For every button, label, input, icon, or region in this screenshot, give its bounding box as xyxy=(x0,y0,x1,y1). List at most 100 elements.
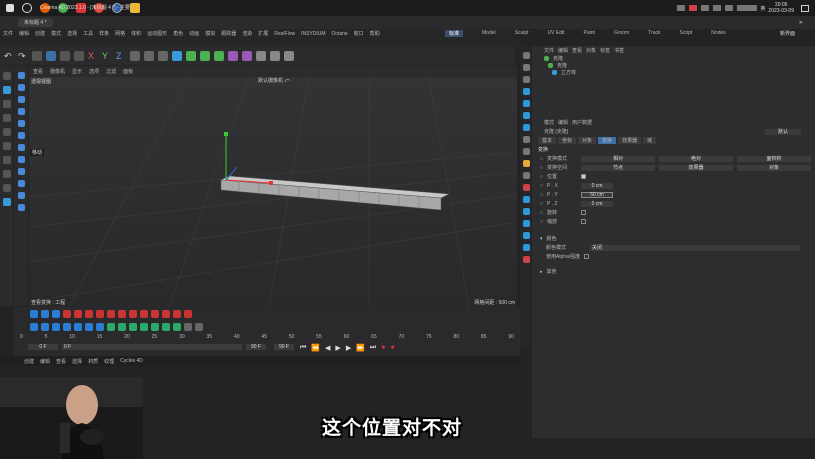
object-icon[interactable] xyxy=(140,323,148,331)
tool-icon[interactable] xyxy=(2,100,11,108)
timeline-tick[interactable]: 45 xyxy=(261,334,267,340)
panel-icon[interactable] xyxy=(522,64,530,71)
param-option[interactable]: 效果器 xyxy=(659,164,734,171)
select-tool-icon[interactable] xyxy=(32,51,42,61)
next-frame-icon[interactable]: ▶ xyxy=(346,344,351,352)
tool-icon[interactable] xyxy=(2,156,11,164)
attribute-tab[interactable]: 坐标 xyxy=(558,137,577,144)
keyframe-icon[interactable] xyxy=(63,310,71,318)
param-checkbox[interactable] xyxy=(581,210,587,215)
keyframe-dot-icon[interactable]: ○ xyxy=(540,201,543,207)
param-option[interactable]: 面积积 xyxy=(737,155,812,162)
panel-icon[interactable] xyxy=(522,208,530,215)
attribute-tab[interactable]: 效果器 xyxy=(618,137,642,144)
start-frame-field[interactable]: 0 F xyxy=(28,344,58,350)
end-frame-field[interactable]: 90 F xyxy=(246,344,266,350)
panel-icon[interactable] xyxy=(522,52,530,59)
object-icon[interactable] xyxy=(151,323,159,331)
param-value-field[interactable]: 50 cm xyxy=(581,191,614,198)
layout-tab[interactable]: Script xyxy=(680,30,693,36)
menu-item[interactable]: 网格 xyxy=(115,30,125,37)
render-icon[interactable] xyxy=(144,51,154,61)
timeline-tick[interactable]: 0 xyxy=(20,334,23,340)
keyframe-icon[interactable] xyxy=(184,310,192,318)
menu-item[interactable]: 工具 xyxy=(83,30,93,37)
menu-item[interactable]: 体积 xyxy=(131,30,141,37)
attribute-menu-item[interactable]: 用户数据 xyxy=(572,119,592,126)
param-option[interactable]: 对象 xyxy=(737,164,812,171)
object-menu-item[interactable]: 查看 xyxy=(572,47,582,54)
param-option[interactable]: 节点 xyxy=(581,164,656,171)
ime-indicator[interactable]: 英 xyxy=(760,5,765,12)
keyframe-icon[interactable] xyxy=(74,310,82,318)
attribute-menu-item[interactable]: 编辑 xyxy=(558,119,568,126)
tool-icon[interactable] xyxy=(2,128,11,136)
layout-tab[interactable]: UV Edit xyxy=(548,30,565,36)
tool-icon[interactable] xyxy=(17,192,25,199)
field-icon[interactable] xyxy=(228,51,238,61)
layout-selector[interactable]: 新界面 xyxy=(780,30,795,37)
panel-icon[interactable] xyxy=(522,88,530,95)
menu-item[interactable]: Octane xyxy=(332,31,348,37)
object-icon[interactable] xyxy=(184,323,192,331)
object-icon[interactable] xyxy=(63,323,71,331)
record-icon[interactable]: ● xyxy=(381,344,385,352)
attribute-tab[interactable]: 变换 xyxy=(598,137,617,144)
timeline-tick[interactable]: 65 xyxy=(371,334,377,340)
object-icon[interactable] xyxy=(195,323,203,331)
folder-icon[interactable] xyxy=(130,3,140,13)
tool-icon[interactable] xyxy=(2,72,11,80)
menu-item[interactable]: 模式 xyxy=(51,30,61,37)
param-value-field[interactable]: 0 cm xyxy=(581,200,614,207)
move-tool-icon[interactable] xyxy=(46,51,56,61)
tool-icon[interactable] xyxy=(2,142,11,150)
y-axis-icon[interactable]: Y xyxy=(102,51,112,61)
layout-tab[interactable]: Sculpt xyxy=(515,30,529,36)
viewport-menu-item[interactable]: 选项 xyxy=(89,68,99,75)
tool-icon[interactable] xyxy=(17,168,25,175)
material-menu-item[interactable]: Cycles 4D xyxy=(120,358,143,364)
timeline-tick[interactable]: 90 xyxy=(508,334,514,340)
panel-icon[interactable] xyxy=(522,160,530,167)
max-frame-field[interactable]: 90 F xyxy=(274,344,294,350)
timeline-tick[interactable]: 60 xyxy=(344,334,350,340)
clock[interactable]: 20:05 2023-03-09 xyxy=(768,2,794,14)
camera-name[interactable]: 默认摄像机 ⤺ xyxy=(258,77,290,84)
object-icon[interactable] xyxy=(85,323,93,331)
tool-icon[interactable] xyxy=(17,84,25,91)
panel-icon[interactable] xyxy=(522,232,530,239)
object-menu-item[interactable]: 文件 xyxy=(544,47,554,54)
tool-icon[interactable] xyxy=(17,96,25,103)
param-option[interactable]: 相对 xyxy=(581,155,656,162)
layout-tab[interactable]: 标准 xyxy=(445,29,464,37)
menu-item[interactable]: 样条 xyxy=(99,30,109,37)
timeline-tick[interactable]: 35 xyxy=(207,334,213,340)
timeline-tick[interactable]: 50 xyxy=(289,334,295,340)
layout-tab[interactable]: Groom xyxy=(614,30,629,36)
keyframe-dot-icon[interactable]: ○ xyxy=(540,192,543,198)
other-section[interactable]: ▸ 其他 xyxy=(532,267,815,276)
object-menu-item[interactable]: 书签 xyxy=(614,47,624,54)
preset-dropdown[interactable]: 默认 xyxy=(765,128,801,135)
panel-icon[interactable] xyxy=(522,196,530,203)
tool-icon[interactable] xyxy=(2,114,11,122)
keyframe-icon[interactable] xyxy=(129,310,137,318)
object-icon[interactable] xyxy=(162,323,170,331)
light-icon[interactable] xyxy=(284,51,294,61)
menu-item[interactable]: 选择 xyxy=(67,30,77,37)
material-menu-item[interactable]: 查看 xyxy=(56,358,66,365)
deformer-icon[interactable] xyxy=(242,51,252,61)
timeline-tick[interactable]: 80 xyxy=(453,334,459,340)
keyframe-icon[interactable] xyxy=(52,310,60,318)
camera-icon[interactable] xyxy=(270,51,280,61)
perspective-viewport[interactable]: 透视视图 移动 网格间距 : 500 cm xyxy=(29,77,517,307)
document-tab[interactable]: 未标题 4 * xyxy=(18,18,53,27)
timeline-tick[interactable]: 30 xyxy=(179,334,185,340)
timeline-tick[interactable]: 70 xyxy=(399,334,405,340)
timeline-tick[interactable]: 10 xyxy=(69,334,75,340)
tool-icon[interactable] xyxy=(17,72,25,79)
keyframe-icon[interactable] xyxy=(140,310,148,318)
layout-tab[interactable]: Model xyxy=(482,30,496,36)
keyframe-dot-icon[interactable]: ○ xyxy=(540,183,543,189)
keyframe-dot-icon[interactable]: ○ xyxy=(540,219,543,225)
